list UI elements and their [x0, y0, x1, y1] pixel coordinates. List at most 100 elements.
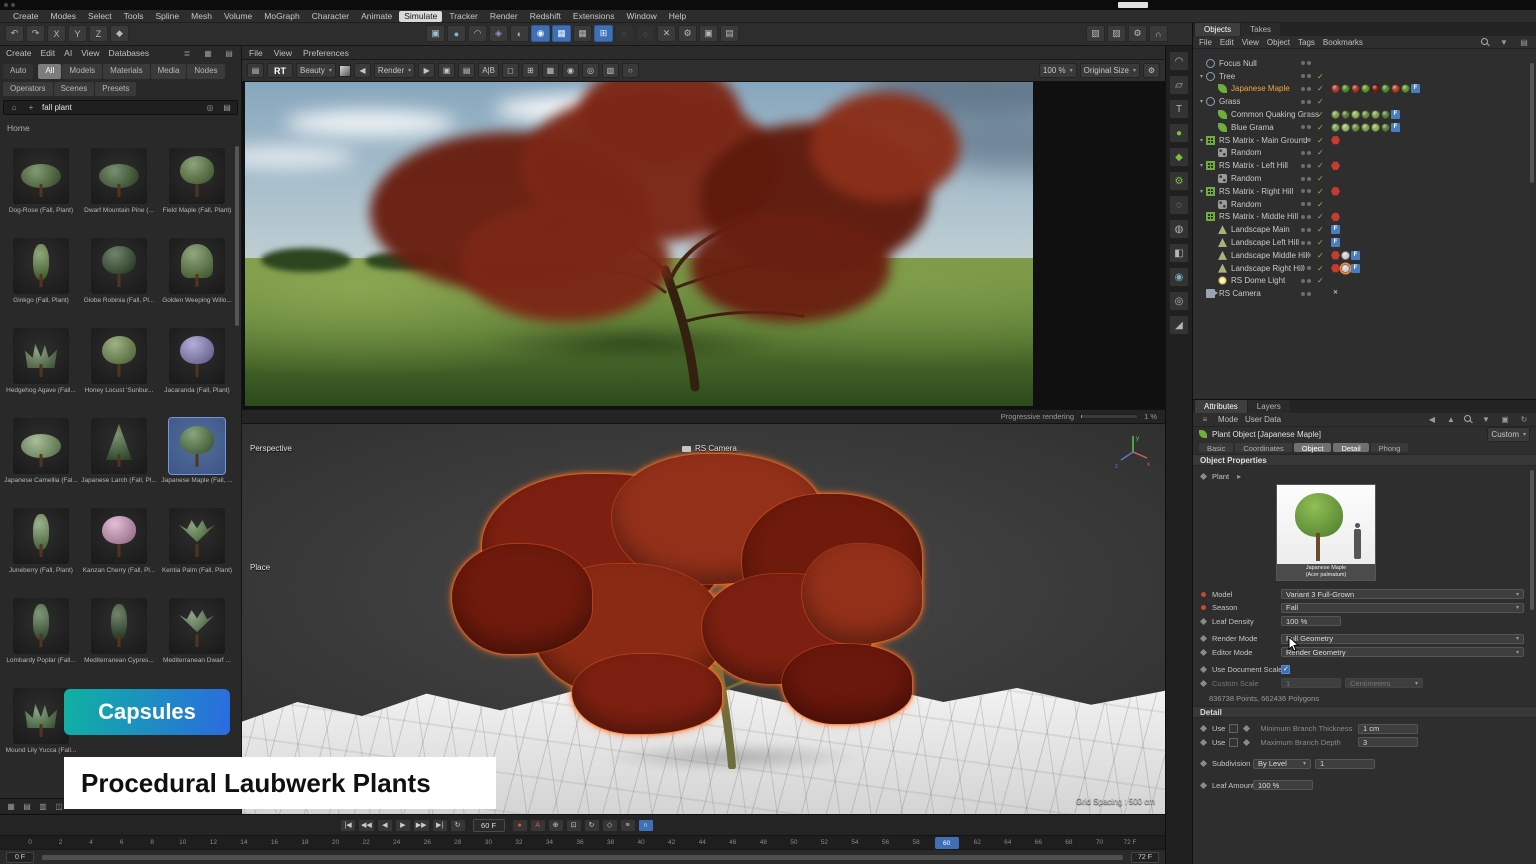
selected-tree-canopy[interactable] — [452, 454, 922, 744]
history-up-icon[interactable]: ▲ — [1445, 415, 1457, 425]
object-row-common-quaking-grass[interactable]: Common Quaking Grass✓F — [1193, 108, 1536, 121]
volume-builder-tool-icon[interactable]: ● — [1169, 123, 1189, 143]
leaf-amount-field[interactable]: 100 % — [1253, 780, 1313, 790]
toolbar-coordinate-system-icon[interactable]: ◆ — [110, 25, 129, 42]
enabled-check-icon[interactable]: ✓ — [1317, 225, 1324, 234]
asset-item-japanese-larch-fall-pl[interactable]: Japanese Larch (Fall, Pl... — [80, 416, 158, 506]
render-dot[interactable] — [1307, 215, 1311, 219]
enabled-check-icon[interactable]: ✓ — [1317, 110, 1324, 119]
field-tag-icon[interactable]: F — [1391, 110, 1400, 119]
subdivision-value-field[interactable]: 1 — [1315, 759, 1375, 769]
object-row-landscape-left-hill[interactable]: Landscape Left Hill✓F — [1193, 236, 1536, 249]
browser-menu-create[interactable]: Create — [6, 48, 32, 58]
field-tag-icon[interactable]: F — [1331, 225, 1340, 234]
toolbar-mograph-cloner-icon[interactable]: ◈ — [489, 25, 508, 42]
record-scale-button[interactable]: ⊡ — [566, 819, 582, 832]
visibility-dots[interactable] — [1301, 87, 1311, 91]
cloth-tool-icon[interactable]: ◌ — [1169, 195, 1189, 215]
object-row-landscape-main[interactable]: Landscape Main✓F — [1193, 223, 1536, 236]
add-path-icon[interactable]: + — [25, 103, 37, 113]
object-row-random[interactable]: Random✓ — [1193, 198, 1536, 211]
attributes-scrollbar[interactable] — [1530, 470, 1534, 610]
object-row-rs-matrix-middle-hill[interactable]: RS Matrix - Middle Hill✓ — [1193, 211, 1536, 224]
range-start-field[interactable]: 0 F — [6, 852, 34, 863]
place-tool-label[interactable]: Place — [250, 563, 270, 572]
redshift-tag-icon[interactable] — [1331, 161, 1340, 170]
autokey-button[interactable]: A — [530, 819, 546, 832]
filter-icon[interactable]: ▼ — [1498, 37, 1510, 47]
om-menu-view[interactable]: View — [1242, 38, 1259, 47]
expander-icon[interactable]: ▾ — [1197, 137, 1206, 144]
object-row-random[interactable]: Random✓ — [1193, 147, 1536, 160]
enabled-check-icon[interactable]: ✓ — [1317, 187, 1324, 196]
enabled-check-icon[interactable]: ✓ — [1317, 97, 1324, 106]
rv-bucket-render-icon[interactable]: ◉ — [562, 63, 579, 78]
ruler-tick[interactable]: 6 — [120, 839, 124, 846]
asset-item-japanese-maple-fall[interactable]: Japanese Maple (Fall, ... — [158, 416, 236, 506]
visibility-dots[interactable] — [1301, 113, 1311, 117]
range-end-field[interactable]: 72 F — [1131, 852, 1159, 863]
asset-item-honey-locust-sunbur[interactable]: Honey Locust 'Sunbur... — [80, 326, 158, 416]
menu-item-simulate[interactable]: Simulate — [399, 11, 442, 22]
material-tag[interactable] — [1341, 110, 1350, 119]
ruler-tick[interactable]: 26 — [424, 839, 431, 846]
editor-dot[interactable] — [1301, 215, 1305, 219]
objects-tab-objects[interactable]: Objects — [1195, 23, 1240, 36]
visibility-dots[interactable] — [1301, 189, 1311, 193]
render-mode-dropdown[interactable]: Full Geometry — [1281, 634, 1524, 644]
render-dot[interactable] — [1307, 151, 1311, 155]
ruler-tick[interactable]: 24 — [393, 839, 400, 846]
toolbar-modeling-sphere-icon[interactable]: ● — [447, 25, 466, 42]
rv-filter-icon[interactable]: ▦ — [542, 63, 559, 78]
asset-item-kanzan-cherry-fall-pl[interactable]: Kanzan Cherry (Fall, Pl... — [80, 506, 158, 596]
editor-dot[interactable] — [1301, 61, 1305, 65]
asset-item-hedgehog-agave-fall[interactable]: Hedgehog Agave (Fall... — [2, 326, 80, 416]
visibility-dots[interactable] — [1301, 266, 1311, 270]
field-tag-icon[interactable]: F — [1411, 84, 1420, 93]
visibility-dots[interactable] — [1301, 253, 1311, 257]
visibility-dots[interactable] — [1301, 215, 1311, 219]
ruler-tick[interactable]: 14 — [240, 839, 247, 846]
material-tag[interactable] — [1341, 123, 1350, 132]
camera-calibrator-tool-icon[interactable]: ◎ — [1169, 291, 1189, 311]
om-menu-file[interactable]: File — [1199, 38, 1212, 47]
editor-dot[interactable] — [1301, 164, 1305, 168]
render-dot[interactable] — [1307, 100, 1311, 104]
target-icon[interactable]: ◎ — [204, 103, 216, 113]
enabled-check-icon[interactable]: ✓ — [1317, 212, 1324, 221]
render-dot[interactable] — [1307, 125, 1311, 129]
enabled-check-icon[interactable]: ✓ — [1317, 174, 1324, 183]
material-tag[interactable] — [1361, 84, 1370, 93]
section-tab-phong[interactable]: Phong — [1371, 443, 1409, 452]
toolbar-snap-grid-icon[interactable]: ▦ — [573, 25, 592, 42]
attr-tab-attributes[interactable]: Attributes — [1195, 400, 1247, 413]
record-parameter-button[interactable]: ◇ — [602, 819, 618, 832]
visibility-dots[interactable] — [1301, 279, 1311, 283]
browser-menu-view[interactable]: View — [81, 48, 99, 58]
menu-item-mesh[interactable]: Mesh — [186, 11, 217, 22]
view-grid-icon[interactable]: ▦ — [202, 48, 214, 58]
prev-frame-button[interactable]: ◀ — [377, 819, 393, 832]
asset-item-globe-robinia-fall-pl[interactable]: Globe Robinia (Fall, Pl... — [80, 236, 158, 326]
ruler-tick[interactable]: 72 F — [1123, 839, 1136, 846]
detail-view-icon[interactable]: ▥ — [37, 802, 49, 812]
material-tag[interactable] — [1341, 84, 1350, 93]
timeline-ruler[interactable]: 0246810121416182022242628303234363840424… — [0, 835, 1165, 849]
ruler-tick[interactable]: 0 — [28, 839, 32, 846]
redshift-tag-icon[interactable] — [1331, 264, 1340, 273]
visibility-dots[interactable] — [1301, 100, 1311, 104]
asset-item-kentia-palm-fall-plant[interactable]: Kentia Palm (Fall, Plant) — [158, 506, 236, 596]
ruler-tick[interactable]: 20 — [332, 839, 339, 846]
browser-subtab-scenes[interactable]: Scenes — [54, 82, 95, 96]
minimum-branch-thickness-field[interactable]: 1 cm — [1358, 724, 1418, 734]
browser-subtab-operators[interactable]: Operators — [3, 82, 53, 96]
ruler-tick[interactable]: 66 — [1035, 839, 1042, 846]
render-nav-dropdown[interactable]: Render — [374, 63, 415, 78]
toolbar-tool-settings-icon[interactable]: ⚙ — [678, 25, 697, 42]
ruler-tick[interactable]: 54 — [851, 839, 858, 846]
expander-icon[interactable]: ▾ — [1197, 98, 1206, 105]
toolbar-render-picture-viewer-icon[interactable]: ▨ — [1107, 25, 1126, 42]
browser-menu-databases[interactable]: Databases — [108, 48, 149, 58]
ruler-tick[interactable]: 2 — [59, 839, 63, 846]
minimum-branch-thickness-use-checkbox[interactable] — [1229, 724, 1238, 733]
